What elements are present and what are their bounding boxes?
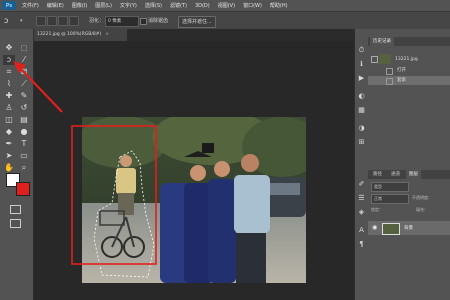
snapshot-checkbox[interactable]: [371, 56, 378, 63]
eye-icon[interactable]: ◉: [372, 224, 377, 231]
hand-icon[interactable]: ✋: [3, 163, 15, 173]
history-brush-icon[interactable]: ↺: [18, 103, 30, 113]
lasso-preset-icon[interactable]: ↄ: [4, 15, 18, 26]
menu-edit[interactable]: 编辑(E): [47, 2, 64, 9]
photoshop-logo: Ps: [2, 1, 16, 10]
properties-icon[interactable]: ℹ: [356, 59, 367, 69]
tab-channels[interactable]: 通道: [388, 170, 403, 179]
layers-panel-icon[interactable]: ◈: [356, 207, 367, 217]
ruler-icon[interactable]: ⟋: [18, 79, 30, 89]
tab-paths[interactable]: 路径: [370, 170, 385, 179]
select-and-mask-button[interactable]: 选择并遮住...: [178, 16, 216, 28]
layer-name: 背景: [404, 226, 413, 231]
history-item-open[interactable]: 打开: [368, 66, 450, 75]
antialias-label: 消除锯齿: [148, 18, 169, 24]
menu-select[interactable]: 选择(S): [145, 2, 162, 9]
intersect-selection-button[interactable]: [69, 16, 79, 26]
toolbar: ✥ ⬚ ↄ ⁄ ⌗ ⊠ ⌇ ⟋ ✚ ✎ ♙ ↺ ◫ ▤ ◆ ● ✒ T ➤ ▭ …: [0, 29, 34, 300]
menu-3d[interactable]: 3D(D): [195, 3, 210, 9]
actions-icon[interactable]: ▶: [356, 73, 367, 83]
panel-icon-strip: ⏱ ℹ ▶ ◐ ▦ ◑ ⊞ ✐ ☰ ◈ A ¶: [354, 29, 369, 300]
brush-icon[interactable]: ✎: [18, 91, 30, 101]
menu-window[interactable]: 窗口(W): [243, 2, 262, 9]
styles-icon[interactable]: ⊞: [356, 137, 367, 147]
paths-panel-icon[interactable]: ✐: [356, 179, 367, 189]
menu-type[interactable]: 文字(Y): [120, 2, 137, 9]
crop-icon[interactable]: ⌗: [3, 67, 15, 77]
history-item-label: 打开: [397, 68, 406, 73]
menu-filter[interactable]: 滤镜(T): [170, 2, 187, 9]
swatches-icon[interactable]: ▦: [356, 105, 367, 115]
history-state-icon: [386, 68, 393, 75]
snapshot-thumbnail: [379, 54, 391, 64]
character-panel-icon[interactable]: A: [356, 225, 367, 235]
menu-file[interactable]: 文件(F): [22, 2, 39, 9]
adjustments-icon[interactable]: ◑: [356, 123, 367, 133]
options-bar: ↄ ▾ 羽化： 0 像素 消除锯齿 选择并遮住...: [0, 11, 450, 31]
quick-mask-icon[interactable]: [10, 205, 21, 214]
menu-bar: Ps 文件(F) 编辑(E) 图像(I) 图层(L) 文字(Y) 选择(S) 滤…: [0, 0, 450, 11]
preset-dropdown-icon[interactable]: ▾: [20, 18, 23, 24]
tab-history[interactable]: 历史记录: [370, 37, 394, 46]
rectangle-icon[interactable]: ▭: [18, 151, 30, 161]
background-color-swatch-red[interactable]: [16, 182, 30, 196]
feather-label: 羽化：: [89, 18, 105, 24]
eraser-icon[interactable]: ◫: [3, 115, 15, 125]
move-icon[interactable]: ✥: [3, 43, 15, 53]
snapshot-name: 13221.jpg: [395, 57, 418, 62]
fill-label: 填充:: [416, 207, 426, 212]
menu-help[interactable]: 帮助(H): [270, 2, 288, 9]
channels-panel-icon[interactable]: ☰: [356, 193, 367, 203]
blend-mode-value: 正常: [374, 196, 382, 201]
photo-image: [82, 117, 306, 283]
blur-icon[interactable]: ◆: [3, 127, 15, 137]
document-tab[interactable]: 13221.jpg @ 100%(RGB/8#) ×: [34, 29, 127, 41]
antialias-checkbox[interactable]: [140, 18, 147, 25]
path-selection-icon[interactable]: ➤: [3, 151, 15, 161]
layer-row-background[interactable]: ◉ 背景: [368, 221, 450, 235]
gradient-icon[interactable]: ▤: [18, 115, 30, 125]
history-snapshot[interactable]: 13221.jpg: [368, 53, 450, 65]
menu-view[interactable]: 视图(V): [218, 2, 235, 9]
marquee-icon[interactable]: ⬚: [18, 43, 30, 53]
lasso-icon[interactable]: ↄ: [3, 55, 15, 65]
color-panel-icon[interactable]: ◐: [356, 91, 367, 101]
new-selection-button[interactable]: [36, 16, 46, 26]
right-panels: 历史记录 13221.jpg 打开 套索 路径 通道 图层 类型 正常 不透明度…: [368, 29, 450, 300]
history-item-lasso[interactable]: 套索: [368, 76, 450, 85]
add-selection-button[interactable]: [47, 16, 57, 26]
history-panel-icon[interactable]: ⏱: [356, 45, 367, 55]
layer-thumbnail: [382, 223, 400, 235]
clone-stamp-icon[interactable]: ♙: [3, 103, 15, 113]
document-title: 13221.jpg @ 100%(RGB/8#): [37, 32, 102, 37]
tab-layers[interactable]: 图层: [406, 170, 421, 179]
layer-kind-filter[interactable]: 类型: [371, 182, 409, 192]
feather-input[interactable]: 0 像素: [105, 16, 139, 27]
opacity-label: 不透明度:: [412, 195, 430, 200]
history-item-label: 套索: [397, 78, 406, 83]
magic-wand-icon[interactable]: ⁄: [18, 55, 30, 65]
dodge-icon[interactable]: ●: [18, 127, 30, 137]
menu-layer[interactable]: 图层(L): [95, 2, 112, 9]
zoom-icon[interactable]: ⌕: [18, 163, 30, 173]
screen-mode-icon[interactable]: [10, 219, 21, 228]
layer-kind-label: 类型: [374, 184, 382, 189]
menu-image[interactable]: 图像(I): [72, 2, 87, 9]
document-canvas[interactable]: [82, 117, 306, 283]
blend-mode-select[interactable]: 正常: [371, 194, 409, 204]
eyedropper-icon[interactable]: ⌇: [3, 79, 15, 89]
type-icon[interactable]: T: [18, 139, 30, 149]
close-tab-icon[interactable]: ×: [105, 32, 109, 37]
frame-icon[interactable]: ⊠: [18, 67, 30, 77]
healing-brush-icon[interactable]: ✚: [3, 91, 15, 101]
lock-label: 锁定:: [371, 207, 381, 212]
subtract-selection-button[interactable]: [58, 16, 68, 26]
pen-icon[interactable]: ✒: [3, 139, 15, 149]
lasso-state-icon: [386, 78, 393, 85]
paragraph-panel-icon[interactable]: ¶: [356, 239, 367, 249]
